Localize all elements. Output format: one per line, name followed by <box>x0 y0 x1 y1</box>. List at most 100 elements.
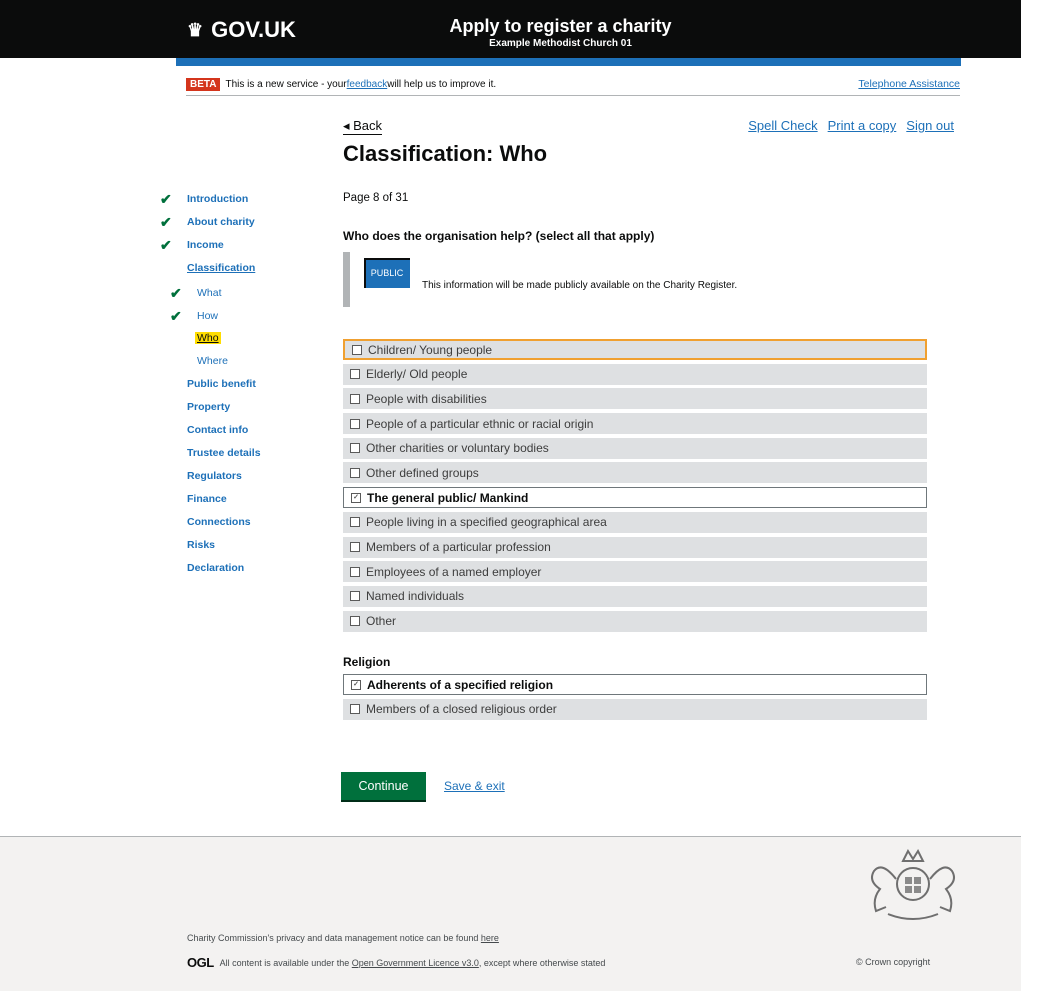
sidebar-item-introduction[interactable]: Introduction <box>187 193 248 205</box>
sign-out-link[interactable]: Sign out <box>906 118 954 133</box>
sidebar-item-where[interactable]: Where <box>197 355 228 367</box>
checkbox-label: Other charities or voluntary bodies <box>366 441 549 456</box>
service-title[interactable]: Apply to register a charity <box>50 16 1037 37</box>
checkbox-box[interactable] <box>350 591 360 602</box>
site-header: ♛ GOV.UK Apply to register a charity Exa… <box>0 0 1021 58</box>
sidebar-item-public-benefit[interactable]: Public benefit <box>187 378 256 390</box>
checkbox-label: Other defined groups <box>366 465 479 480</box>
sidebar-item-about-charity[interactable]: About charity <box>187 216 255 228</box>
checkbox-option[interactable]: Other <box>343 610 927 632</box>
checkbox-option[interactable]: ✓ The general public/ Mankind <box>343 487 927 509</box>
checkbox-label: Members of a particular profession <box>366 540 551 554</box>
public-badge-icon: PUBLIC <box>364 257 410 288</box>
crown-copyright-link[interactable]: © Crown copyright <box>856 957 930 967</box>
checkbox-box[interactable] <box>350 393 360 404</box>
check-icon: ✔ <box>160 237 172 253</box>
checkbox-label: Adherents of a specified religion <box>367 677 554 692</box>
question-label: Who does the organisation help? (select … <box>343 229 655 243</box>
checkbox-box[interactable] <box>350 369 360 380</box>
checkbox-box[interactable] <box>350 704 360 715</box>
sidebar-item-risks[interactable]: Risks <box>187 539 215 551</box>
public-notice: PUBLIC This information will be made pub… <box>343 252 737 307</box>
continue-button[interactable]: Continue <box>341 772 426 800</box>
ogl-logo-icon: OGL <box>187 955 214 970</box>
telephone-assistance-link[interactable]: Telephone Assistance <box>858 78 960 90</box>
sidebar-item-income[interactable]: Income <box>187 239 224 251</box>
checkbox-checked-box[interactable]: ✓ <box>351 679 361 690</box>
religion-checkbox-group: ✓ Adherents of a specified religion Membe… <box>343 674 927 723</box>
checkbox-label: People with disabilities <box>366 391 487 406</box>
header-accent-bar <box>176 58 961 66</box>
service-subtitle: Example Methodist Church 01 <box>489 38 632 49</box>
sidebar-item-property[interactable]: Property <box>187 401 230 413</box>
sidebar-item-finance[interactable]: Finance <box>187 493 227 505</box>
checkbox-box[interactable] <box>350 517 360 528</box>
feedback-link[interactable]: feedback <box>347 79 388 90</box>
sidebar-item-declaration[interactable]: Declaration <box>187 562 244 574</box>
checkbox-option[interactable]: Children/ Young people <box>343 339 927 360</box>
checkbox-option[interactable]: Members of a particular profession <box>343 536 927 558</box>
privacy-link[interactable]: here <box>481 933 499 943</box>
licence-link[interactable]: Open Government Licence v3.0 <box>352 958 479 968</box>
checkbox-option[interactable]: ✓ Adherents of a specified religion <box>343 674 927 695</box>
beta-tag: BETA <box>186 77 221 91</box>
checkbox-option[interactable]: Elderly/ Old people <box>343 363 927 385</box>
sidebar-item-contact-info[interactable]: Contact info <box>187 424 248 436</box>
notice-text: This information will be made publicly a… <box>422 280 738 291</box>
checkbox-option[interactable]: Employees of a named employer <box>343 561 927 583</box>
checkbox-option[interactable]: People living in a specified geographica… <box>343 511 927 533</box>
checkbox-checked-box[interactable]: ✓ <box>351 492 361 503</box>
beta-banner: BETA This is a new service - your feedba… <box>186 73 960 96</box>
checkbox-label: Members of a closed religious order <box>366 702 557 717</box>
checkbox-label: Named individuals <box>366 589 465 604</box>
check-icon: ✔ <box>160 191 172 207</box>
checkbox-option[interactable]: People with disabilities <box>343 388 927 410</box>
licence-text-after: , except where otherwise stated <box>478 957 606 968</box>
privacy-text: Charity Commission's privacy and data ma… <box>187 933 481 943</box>
royal-coat-of-arms-icon <box>871 848 955 920</box>
save-exit-link[interactable]: Save & exit <box>444 779 505 793</box>
checkbox-label: People living in a specified geographica… <box>366 515 607 530</box>
sidebar-item-how[interactable]: How <box>197 310 218 322</box>
religion-heading: Religion <box>343 655 391 669</box>
sidebar-item-what[interactable]: What <box>197 287 222 299</box>
checkbox-label: Other <box>366 614 397 629</box>
checkbox-box[interactable] <box>350 542 360 552</box>
checkbox-box[interactable] <box>352 344 362 355</box>
check-icon: ✔ <box>170 308 182 324</box>
checkbox-option[interactable]: Other defined groups <box>343 462 927 484</box>
checkbox-box[interactable] <box>350 443 360 454</box>
checkbox-option[interactable]: People of a particular ethnic or racial … <box>343 413 927 435</box>
back-link[interactable]: ◂ Back <box>343 118 383 135</box>
checkbox-label: Children/ Young people <box>368 342 493 357</box>
utility-links: Spell Check Print a copy Sign out <box>748 118 954 133</box>
checkbox-option[interactable]: Other charities or voluntary bodies <box>343 437 927 459</box>
checkbox-option[interactable]: Named individuals <box>343 585 927 607</box>
checkbox-box[interactable] <box>350 418 360 429</box>
checkbox-label: The general public/ Mankind <box>367 490 529 505</box>
spell-check-link[interactable]: Spell Check <box>748 118 817 133</box>
sidebar-item-trustee-details[interactable]: Trustee details <box>187 447 261 459</box>
sidebar-item-classification[interactable]: Classification <box>187 262 255 274</box>
who-checkbox-group: Children/ Young people Elderly/ Old peop… <box>343 339 927 635</box>
licence-notice: OGL All content is available under the O… <box>187 955 605 970</box>
licence-text-before: All content is available under the <box>219 957 352 968</box>
checkbox-label: Employees of a named employer <box>366 564 542 579</box>
checkbox-box[interactable] <box>350 566 360 577</box>
site-footer: Charity Commission's privacy and data ma… <box>0 836 1021 991</box>
checkbox-box[interactable] <box>350 616 360 627</box>
page-count: Page 8 of 31 <box>343 192 409 204</box>
check-icon: ✔ <box>170 285 182 301</box>
beta-text-after: will help us to improve it. <box>387 78 497 90</box>
checkbox-option[interactable]: Members of a closed religious order <box>343 698 927 720</box>
privacy-notice: Charity Commission's privacy and data ma… <box>187 933 499 943</box>
beta-text-before: This is a new service - your <box>225 78 347 90</box>
print-link[interactable]: Print a copy <box>828 118 897 133</box>
checkbox-label: Elderly/ Old people <box>366 367 468 382</box>
check-icon: ✔ <box>160 214 172 230</box>
sidebar-item-connections[interactable]: Connections <box>187 516 251 528</box>
sidebar-item-regulators[interactable]: Regulators <box>187 470 242 482</box>
page-title: Classification: Who <box>343 141 548 166</box>
checkbox-box[interactable] <box>350 467 360 478</box>
sidebar-item-who[interactable]: Who <box>195 332 221 344</box>
